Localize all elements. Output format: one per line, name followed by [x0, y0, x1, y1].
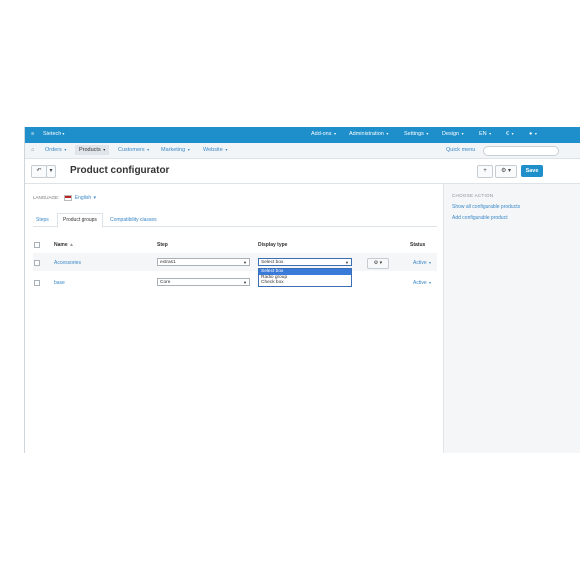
quick-menu-link[interactable]: Quick menu — [446, 147, 475, 153]
page-title: Product configurator — [70, 165, 170, 176]
display-type-select[interactable]: Select box ▼ — [258, 258, 352, 266]
select-all-checkbox[interactable] — [34, 242, 40, 248]
sidebar-heading: CHOOSE ACTION — [452, 193, 494, 198]
display-type-dropdown: Select box Radio group Check box — [258, 268, 352, 287]
row-status[interactable]: Active ▾ — [413, 260, 431, 266]
option-check-box[interactable]: Check box — [259, 280, 351, 286]
sidebar-link-show-all[interactable]: Show all configurable products — [452, 204, 520, 210]
row-checkbox[interactable] — [34, 260, 40, 266]
row-name-link[interactable]: base — [54, 280, 65, 286]
row-name-link[interactable]: Accessories — [54, 260, 81, 266]
top-bar: ≡ Sietech▾ Add-ons ▾ Administration ▾ Se… — [25, 127, 580, 143]
store-switcher[interactable]: Sietech▾ — [43, 131, 64, 137]
column-name[interactable]: Name ▲ — [54, 242, 74, 248]
menu-administration[interactable]: Administration ▾ — [349, 131, 388, 137]
row-checkbox[interactable] — [34, 280, 40, 286]
step-select[interactable]: extras1 ▼ — [157, 258, 250, 266]
tab-steps[interactable]: Steps — [33, 215, 52, 225]
back-dropdown-icon[interactable]: ▾ — [46, 165, 56, 178]
chevron-down-icon[interactable]: ▾ — [93, 195, 96, 201]
flag-icon — [63, 195, 72, 201]
language-selector[interactable]: LANGUAGE: English ▾ — [33, 195, 96, 201]
nav-customers[interactable]: Customers ▾ — [118, 147, 149, 153]
row-status[interactable]: Active ▾ — [413, 280, 431, 286]
app-window: ≡ Sietech▾ Add-ons ▾ Administration ▾ Se… — [24, 127, 580, 453]
row-settings-gear-icon[interactable]: ⚙ ▾ — [367, 258, 389, 269]
tab-product-groups[interactable]: Product groups — [57, 213, 103, 228]
menu-currency[interactable]: € ▾ — [506, 131, 514, 137]
menu-design[interactable]: Design ▾ — [442, 131, 464, 137]
language-value[interactable]: English — [75, 195, 91, 201]
secondary-nav: ⌂ Orders ▾ Products ▾ Customers ▾ Market… — [25, 143, 580, 159]
sidebar: CHOOSE ACTION Show all configurable prod… — [443, 184, 580, 453]
add-button[interactable]: + — [477, 165, 493, 178]
table-row: Accessories extras1 ▼ Select box ▼ ⚙ ▾ Act… — [33, 253, 437, 271]
sidebar-link-add[interactable]: Add configurable product — [452, 215, 508, 221]
language-label: LANGUAGE: — [33, 195, 60, 201]
back-button[interactable]: ↶ — [31, 165, 47, 178]
menu-addons[interactable]: Add-ons ▾ — [311, 131, 336, 137]
user-icon[interactable]: ● ▾ — [529, 131, 537, 137]
table-row: base Core ▼ Active ▾ — [33, 273, 437, 291]
save-button[interactable]: Save — [521, 165, 543, 177]
page-header: ↶ ▾ Product configurator + ⚙ ▾ Save — [25, 159, 580, 184]
tab-bar: Steps Product groups Compatibility class… — [33, 213, 437, 228]
column-status: Status — [410, 242, 426, 248]
nav-products[interactable]: Products ▾ — [75, 145, 110, 155]
nav-orders[interactable]: Orders ▾ — [45, 147, 66, 153]
column-display-type: Display type — [258, 242, 288, 248]
nav-marketing[interactable]: Marketing ▾ — [161, 147, 190, 153]
menu-icon[interactable]: ≡ — [31, 131, 34, 137]
column-step: Step — [157, 242, 168, 248]
search-input[interactable] — [483, 146, 559, 156]
menu-settings[interactable]: Settings ▾ — [404, 131, 428, 137]
tab-compatibility-classes[interactable]: Compatibility classes — [107, 215, 160, 225]
menu-language[interactable]: EN ▾ — [479, 131, 491, 137]
step-select[interactable]: Core ▼ — [157, 278, 250, 286]
settings-gear-icon[interactable]: ⚙ ▾ — [495, 165, 517, 178]
home-icon[interactable]: ⌂ — [31, 147, 34, 153]
nav-website[interactable]: Website ▾ — [203, 147, 227, 153]
